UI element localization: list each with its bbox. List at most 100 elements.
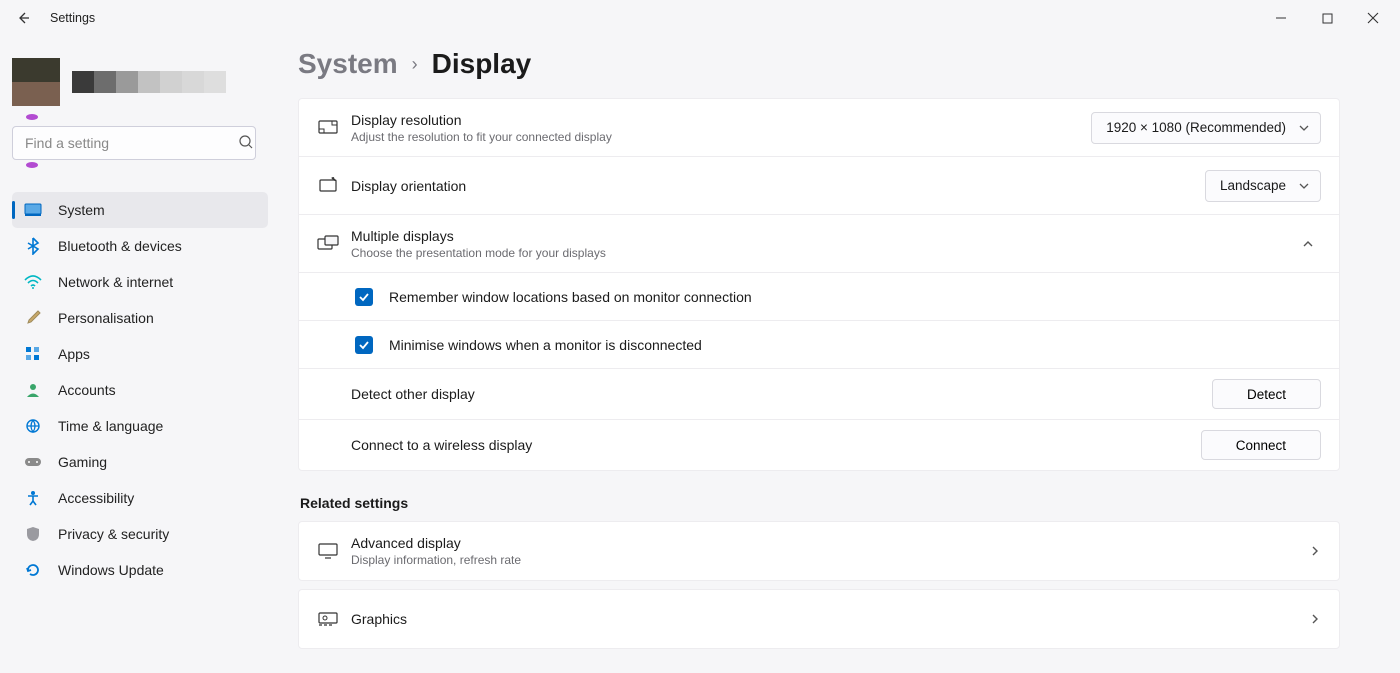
chevron-right-icon: › xyxy=(412,54,418,75)
collapse-toggle[interactable] xyxy=(1295,233,1321,255)
display-card: Display resolution Adjust the resolution… xyxy=(298,98,1340,471)
bluetooth-icon xyxy=(24,237,42,255)
row-title: Multiple displays xyxy=(351,228,1295,244)
sidebar-item-label: Time & language xyxy=(58,418,163,434)
apps-icon xyxy=(24,345,42,363)
profile-block[interactable] xyxy=(12,54,268,114)
option-label: Minimise windows when a monitor is disco… xyxy=(389,337,1321,353)
row-title: Advanced display xyxy=(351,535,1309,551)
option-remember-windows[interactable]: Remember window locations based on monit… xyxy=(299,273,1339,321)
close-button[interactable] xyxy=(1350,2,1396,34)
row-title: Graphics xyxy=(351,611,1309,627)
check-icon xyxy=(358,291,370,303)
detect-button[interactable]: Detect xyxy=(1212,379,1321,409)
sidebar-item-privacy[interactable]: Privacy & security xyxy=(12,516,268,552)
graphics-icon xyxy=(317,611,351,627)
brush-icon xyxy=(24,309,42,327)
main-content: System › Display Display resolution Adju… xyxy=(280,36,1400,673)
sidebar-item-label: Accessibility xyxy=(58,490,134,506)
monitor-icon xyxy=(317,542,351,560)
window-title: Settings xyxy=(50,11,95,25)
titlebar: Settings xyxy=(0,0,1400,36)
row-display-resolution[interactable]: Display resolution Adjust the resolution… xyxy=(299,99,1339,157)
chevron-down-icon xyxy=(1298,122,1310,134)
row-subtitle: Adjust the resolution to fit your connec… xyxy=(351,130,1091,144)
row-multiple-displays[interactable]: Multiple displays Choose the presentatio… xyxy=(299,215,1339,273)
decoration-dot-2 xyxy=(26,162,38,168)
sidebar-item-apps[interactable]: Apps xyxy=(12,336,268,372)
advanced-display-card: Advanced display Display information, re… xyxy=(298,521,1340,581)
graphics-card: Graphics xyxy=(298,589,1340,649)
avatar xyxy=(12,58,60,106)
check-icon xyxy=(358,339,370,351)
breadcrumb: System › Display xyxy=(298,48,1340,80)
sidebar-item-personalisation[interactable]: Personalisation xyxy=(12,300,268,336)
sidebar-item-accessibility[interactable]: Accessibility xyxy=(12,480,268,516)
sidebar-item-accounts[interactable]: Accounts xyxy=(12,372,268,408)
sidebar-item-label: Network & internet xyxy=(58,274,173,290)
search-icon xyxy=(238,134,254,150)
sidebar-item-label: Accounts xyxy=(58,382,116,398)
row-label: Detect other display xyxy=(351,386,1212,402)
multiple-displays-icon xyxy=(317,235,351,253)
breadcrumb-parent[interactable]: System xyxy=(298,48,398,80)
gamepad-icon xyxy=(24,453,42,471)
search-input[interactable] xyxy=(12,126,256,160)
chevron-right-icon xyxy=(1309,545,1321,557)
row-subtitle: Display information, refresh rate xyxy=(351,553,1309,567)
redacted-name xyxy=(72,71,226,93)
row-display-orientation[interactable]: Display orientation Landscape xyxy=(299,157,1339,215)
sidebar: System Bluetooth & devices Network & int… xyxy=(0,36,280,673)
orientation-icon xyxy=(317,177,351,195)
dropdown-value: Landscape xyxy=(1220,178,1286,193)
system-icon xyxy=(24,201,42,219)
globe-icon xyxy=(24,417,42,435)
resolution-icon xyxy=(317,119,351,137)
checkbox-remember[interactable] xyxy=(355,288,373,306)
row-title: Display resolution xyxy=(351,112,1091,128)
option-minimise-windows[interactable]: Minimise windows when a monitor is disco… xyxy=(299,321,1339,369)
maximize-icon xyxy=(1322,13,1333,24)
option-label: Remember window locations based on monit… xyxy=(389,289,1321,305)
resolution-dropdown[interactable]: 1920 × 1080 (Recommended) xyxy=(1091,112,1321,144)
checkbox-minimise[interactable] xyxy=(355,336,373,354)
sidebar-item-network[interactable]: Network & internet xyxy=(12,264,268,300)
connect-button[interactable]: Connect xyxy=(1201,430,1321,460)
sidebar-item-label: Bluetooth & devices xyxy=(58,238,182,254)
chevron-right-icon xyxy=(1309,613,1321,625)
sidebar-item-label: Gaming xyxy=(58,454,107,470)
decoration-dot xyxy=(26,114,38,120)
person-icon xyxy=(24,381,42,399)
sidebar-item-time[interactable]: Time & language xyxy=(12,408,268,444)
close-icon xyxy=(1367,12,1379,24)
sidebar-item-bluetooth[interactable]: Bluetooth & devices xyxy=(12,228,268,264)
update-icon xyxy=(24,561,42,579)
orientation-dropdown[interactable]: Landscape xyxy=(1205,170,1321,202)
sidebar-item-update[interactable]: Windows Update xyxy=(12,552,268,588)
sidebar-item-label: Windows Update xyxy=(58,562,164,578)
chevron-down-icon xyxy=(1298,180,1310,192)
maximize-button[interactable] xyxy=(1304,2,1350,34)
sidebar-nav: System Bluetooth & devices Network & int… xyxy=(12,192,268,588)
sidebar-item-label: Personalisation xyxy=(58,310,154,326)
sidebar-item-system[interactable]: System xyxy=(12,192,268,228)
sidebar-item-label: System xyxy=(58,202,105,218)
arrow-left-icon xyxy=(16,10,32,26)
sidebar-item-gaming[interactable]: Gaming xyxy=(12,444,268,480)
related-settings-heading: Related settings xyxy=(300,495,1340,511)
breadcrumb-current: Display xyxy=(432,48,532,80)
accessibility-icon xyxy=(24,489,42,507)
back-button[interactable] xyxy=(10,4,38,32)
shield-icon xyxy=(24,525,42,543)
minimize-icon xyxy=(1275,12,1287,24)
row-detect-display: Detect other display Detect xyxy=(299,369,1339,420)
minimize-button[interactable] xyxy=(1258,2,1304,34)
row-subtitle: Choose the presentation mode for your di… xyxy=(351,246,1295,260)
row-graphics[interactable]: Graphics xyxy=(299,590,1339,648)
sidebar-item-label: Apps xyxy=(58,346,90,362)
row-wireless-display: Connect to a wireless display Connect xyxy=(299,420,1339,470)
row-title: Display orientation xyxy=(351,178,1205,194)
row-advanced-display[interactable]: Advanced display Display information, re… xyxy=(299,522,1339,580)
row-label: Connect to a wireless display xyxy=(351,437,1201,453)
dropdown-value: 1920 × 1080 (Recommended) xyxy=(1106,120,1286,135)
